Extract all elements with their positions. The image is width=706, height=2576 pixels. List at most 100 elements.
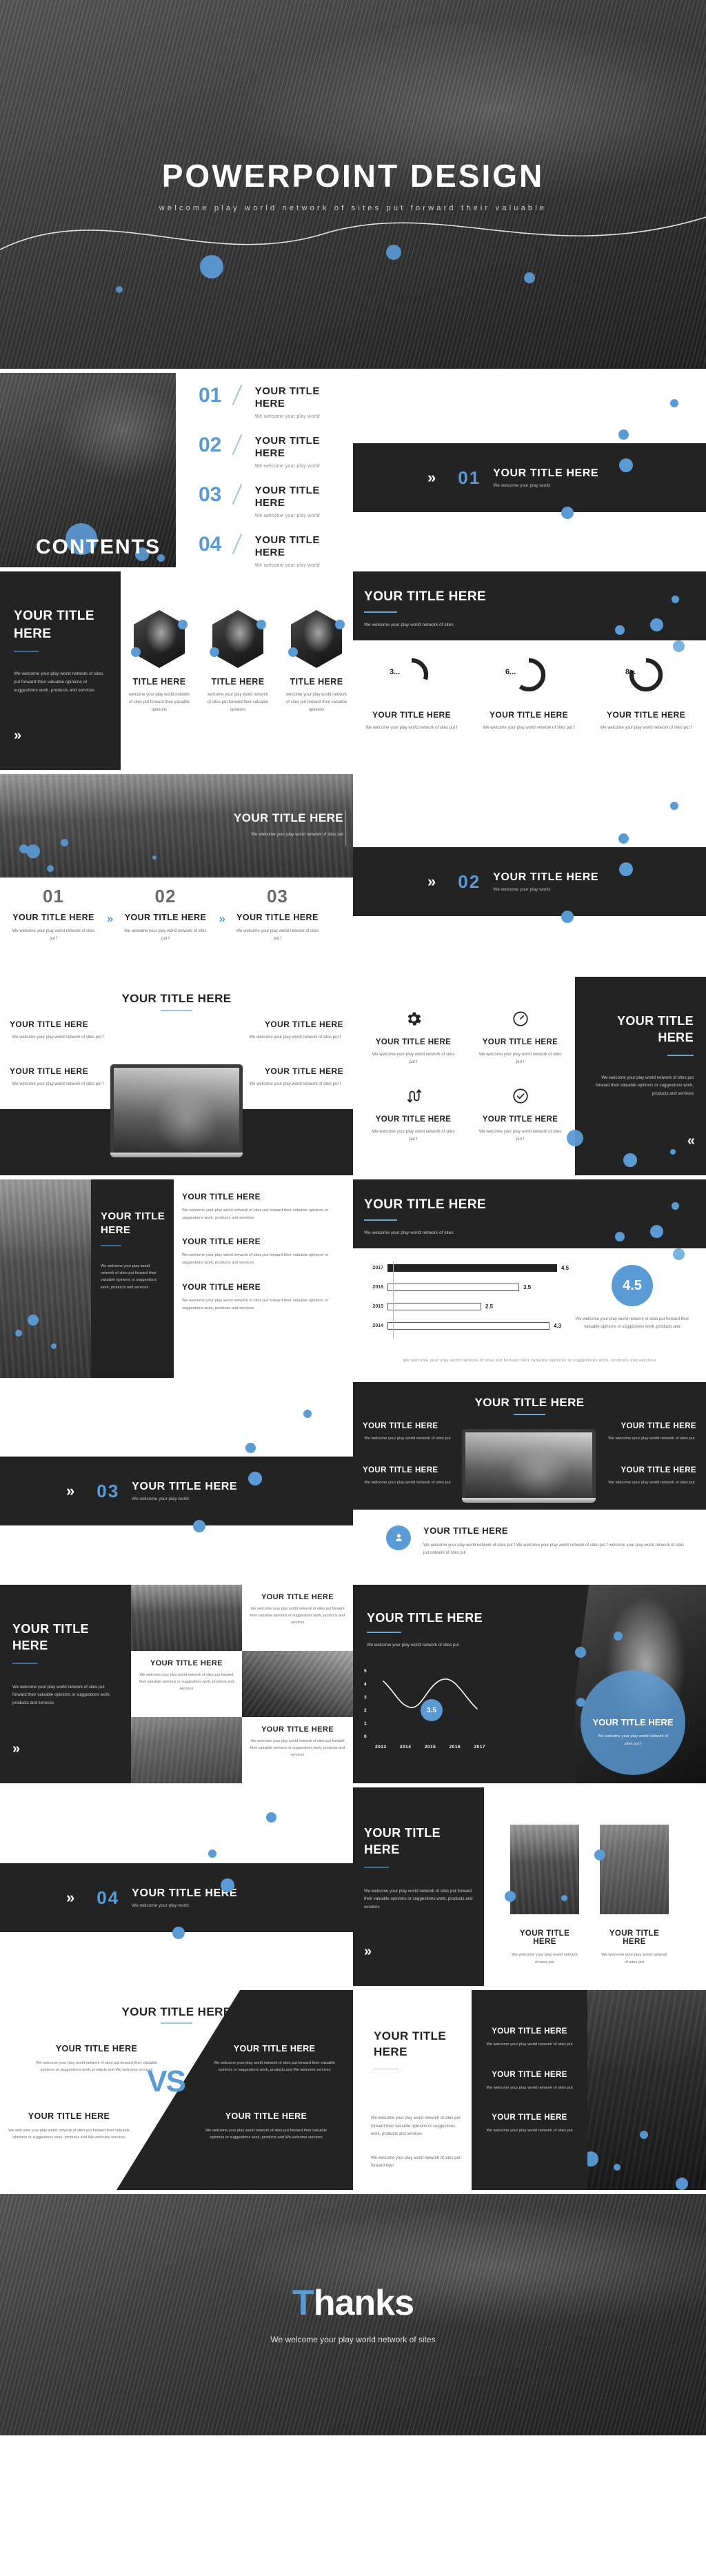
quadrant-title: YOUR TITLE HERE [233,2044,316,2053]
timer-icon [512,1011,528,1026]
decor-dot [618,833,629,844]
slide-header: YOUR TITLE HERE [0,2005,353,2024]
body-text: We welcome your play world network of si… [14,671,103,693]
feature-cell[interactable]: YOUR TITLE HERE We welcome your play wor… [607,1422,696,1443]
team-member[interactable]: TITLE HERE welcome your play world netwo… [285,610,348,714]
cell-description: We welcome your play world network of si… [364,1481,451,1485]
item-title: YOUR TITLE HERE [492,2113,567,2122]
page-title: YOUR TITLE HERE [364,1826,441,1857]
donut-stat[interactable]: 3... YOUR TITLE HERE We welcome your pla… [353,656,470,732]
decor-dot [672,1202,679,1210]
feature-cell[interactable]: YOUR TITLE HERE We welcome your play wor… [10,1066,106,1088]
list-item[interactable]: 01 YOUR TITLE HERE We welcome your play … [199,385,347,420]
list-side-photo [587,1990,706,2190]
slide-divider-03: » 03 YOUR TITLE HERE We welcome your pla… [0,1382,353,1581]
toc-subtitle: We welcome your play world [254,464,320,469]
list-item[interactable]: YOUR TITLE HERE We welcome your play wor… [472,2027,587,2049]
team-member[interactable]: TITLE HERE welcome your play world netwo… [206,610,270,714]
callout-row[interactable]: YOUR TITLE HERE We welcome your play wor… [386,1525,689,1557]
body-text: We welcome your play world network of si… [101,1264,157,1290]
text-block[interactable]: YOUR TITLE HERE We welcome your play wor… [182,1282,347,1312]
cell-description: We welcome your play world network of si… [12,1082,104,1086]
gallery-caption[interactable]: YOUR TITLE HERE We welcome your play wor… [131,1651,242,1717]
bar [387,1322,549,1330]
divider-number: 01 [458,467,481,488]
photo-card[interactable]: YOUR TITLE HERE We welcome your play wor… [505,1825,579,1966]
decor-dot [650,1225,663,1238]
decor-dot [288,647,298,657]
vs-quadrant[interactable]: YOUR TITLE HERE We welcome your play wor… [212,2044,336,2074]
icon-feature[interactable]: YOUR TITLE HERE We welcome your play wor… [467,1087,574,1144]
feature-cell[interactable]: YOUR TITLE HERE We welcome your play wor… [10,1020,106,1042]
body-text-secondary: We welcome your play world network of si… [371,2156,461,2168]
decor-dot [670,399,678,407]
feature-cell[interactable]: YOUR TITLE HERE We welcome your play wor… [247,1066,343,1088]
team-member[interactable]: TITLE HERE welcome your play world netwo… [128,610,191,714]
page-title: YOUR TITLE HERE [474,1396,585,1409]
avatar [212,610,263,668]
body-text: We welcome your play world network of si… [364,1888,473,1909]
list-item[interactable]: 02 YOUR TITLE HERE We welcome your play … [199,435,347,469]
toc-title: YOUR TITLE HERE [254,435,320,459]
laptop-base [110,1153,243,1157]
list-item[interactable]: YOUR TITLE HERE We welcome your play wor… [472,2113,587,2135]
slide-header: YOUR TITLE HERE [0,977,353,1011]
cell-description: We welcome your play world network of si… [608,1481,695,1485]
cell-title: YOUR TITLE HERE [10,1020,89,1029]
feature-cell[interactable]: YOUR TITLE HERE We welcome your play wor… [363,1422,452,1443]
step-item[interactable]: 01 YOUR TITLE HERE We welcome your play … [0,886,107,943]
decor-dot [266,1812,276,1823]
text-block[interactable]: YOUR TITLE HERE We welcome your play wor… [182,1192,347,1221]
card-title: YOUR TITLE HERE [519,1929,570,1946]
subtitle: We welcome your play world network of si… [251,832,343,837]
feature-cell[interactable]: YOUR TITLE HERE We welcome your play wor… [247,1020,343,1042]
block-description: We welcome your play world network of si… [182,1298,329,1310]
vs-quadrant[interactable]: YOUR TITLE HERE We welcome your play wor… [204,2111,328,2142]
chevron-right-icon: » [14,728,21,743]
block-title: YOUR TITLE HERE [182,1237,261,1247]
vs-quadrant[interactable]: YOUR TITLE HERE We welcome your play wor… [7,2111,131,2142]
stat-title: YOUR TITLE HERE [372,710,451,720]
decor-dot [26,844,40,858]
donut-stat[interactable]: 8... YOUR TITLE HERE We welcome your pla… [587,656,705,732]
text-block[interactable]: YOUR TITLE HERE We welcome your play wor… [182,1237,347,1266]
bar [387,1303,481,1310]
item-description: We welcome your play world network of si… [486,2129,573,2133]
decor-dot [614,1632,623,1641]
cell-description: We welcome your play world network of si… [249,1082,341,1086]
icon-feature[interactable]: YOUR TITLE HERE We welcome your play wor… [360,1010,467,1066]
decor-dot [672,596,679,603]
divider-subtitle: We welcome your play world [132,1903,189,1908]
icon-feature[interactable]: YOUR TITLE HERE We welcome your play wor… [467,1010,574,1066]
quadrant-description: We welcome your play world network of si… [214,2061,335,2073]
laptop-mockup [110,1064,243,1157]
list-item[interactable]: 04 YOUR TITLE HERE We welcome your play … [199,534,347,568]
feature-cell[interactable]: YOUR TITLE HERE We welcome your play wor… [363,1466,452,1487]
gallery-caption[interactable]: YOUR TITLE HERE We welcome your play wor… [242,1585,353,1651]
vs-quadrant[interactable]: YOUR TITLE HERE We welcome your play wor… [34,2044,159,2074]
thanks-accent-letter: T [292,2283,314,2324]
decor-dot [248,1472,262,1485]
donut-stat[interactable]: 6... YOUR TITLE HERE We welcome your pla… [470,656,587,732]
step-item[interactable]: 03 YOUR TITLE HERE We welcome your play … [224,886,331,943]
cell-description: We welcome your play world network of si… [249,1035,341,1039]
photo-overlay-badge[interactable]: YOUR TITLE HERE We welcome your play wor… [581,1670,685,1775]
feature-description: We welcome your play world network of si… [372,1130,455,1142]
contents-list: 01 YOUR TITLE HERE We welcome your play … [199,385,347,568]
page-title: YOUR TITLE HERE [12,1622,89,1653]
gallery-photo [242,1651,353,1717]
quadrant-description: We welcome your play world network of si… [205,2129,327,2140]
gallery-caption[interactable]: YOUR TITLE HERE We welcome your play wor… [242,1717,353,1783]
decor-dot [619,458,633,472]
cell-description: We welcome your play world network of si… [364,1437,451,1441]
feature-cell[interactable]: YOUR TITLE HERE We welcome your play wor… [607,1466,696,1487]
slide-thanks: Thanks We welcome your play world networ… [0,2194,706,2435]
decor-dot [561,1895,567,1901]
list-item[interactable]: 03 YOUR TITLE HERE We welcome your play … [199,485,347,519]
list-item[interactable]: YOUR TITLE HERE We welcome your play wor… [472,2071,587,2092]
member-name: TITLE HERE [290,677,343,687]
icon-feature[interactable]: YOUR TITLE HERE We welcome your play wor… [360,1087,467,1144]
body-text: We welcome your play world network of si… [371,2116,461,2136]
photo-card[interactable]: YOUR TITLE HERE We welcome your play wor… [594,1825,669,1966]
step-item[interactable]: 02 YOUR TITLE HERE We welcome your play … [112,886,219,943]
